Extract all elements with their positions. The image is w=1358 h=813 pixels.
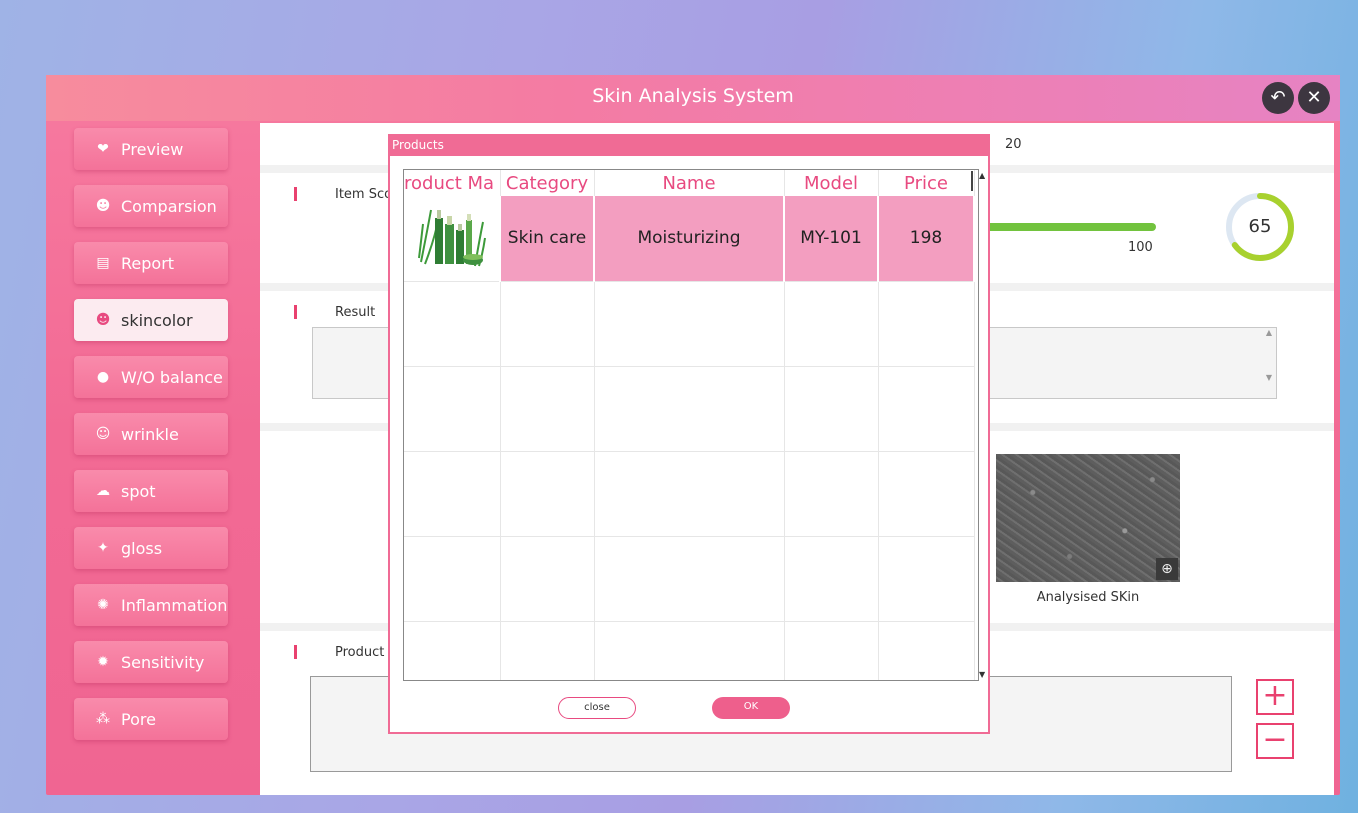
dialog-title: Products <box>388 134 990 156</box>
sidebar-item-label: wrinkle <box>121 424 179 444</box>
model-cell: MY-101 <box>784 196 879 282</box>
column-header-category[interactable]: Category <box>500 170 595 196</box>
inflammation-icon: ✺ <box>97 597 109 613</box>
sparkle-icon: ✦ <box>97 540 109 556</box>
section-marker <box>294 187 297 201</box>
column-header-model[interactable]: Model <box>784 170 879 196</box>
scroll-down-icon[interactable]: ▼ <box>979 670 985 679</box>
pore-icon: ⁂ <box>96 711 110 727</box>
item-score-label: Item Sco <box>335 187 393 202</box>
table-row[interactable]: Skin care Moisturizing MY-101 198 <box>404 196 975 282</box>
table-row[interactable] <box>404 621 975 680</box>
report-icon: ▤ <box>96 255 110 271</box>
face-icon: ❤ <box>97 141 109 157</box>
products-grid: roduct Ma Category Name Model Price Skin… <box>403 169 979 681</box>
sidebar-item-report[interactable]: ▤ Report <box>74 242 228 284</box>
result-label: Result <box>335 305 376 320</box>
products-table: roduct Ma Category Name Model Price Skin… <box>404 170 975 680</box>
grid-scrollbar[interactable]: ▲ ▼ <box>971 169 989 681</box>
sidebar-item-wo-balance[interactable]: ● W/O balance <box>74 356 228 398</box>
product-image-cell[interactable] <box>404 196 501 282</box>
section-marker <box>294 645 297 659</box>
sidebar-item-label: W/O balance <box>121 367 223 387</box>
score-bar <box>982 223 1156 231</box>
scrollbar-thumb[interactable] <box>971 171 973 191</box>
remove-product-button[interactable]: − <box>1256 723 1294 759</box>
close-button[interactable]: close <box>558 697 636 719</box>
category-cell: Skin care <box>500 196 595 282</box>
price-cell: 198 <box>878 196 975 282</box>
product-image <box>417 209 486 267</box>
sidebar-item-inflammation[interactable]: ✺ Inflammation <box>74 584 228 626</box>
products-dialog: Products roduct Ma Category Name Model P… <box>388 134 990 734</box>
sidebar-item-sensitivity[interactable]: ✹ Sensitivity <box>74 641 228 683</box>
analysed-skin-caption: Analysised SKin <box>1036 590 1140 605</box>
sidebar-item-label: Pore <box>121 709 156 729</box>
sidebar-item-skincolor[interactable]: ☻ skincolor <box>74 299 228 341</box>
sidebar-item-label: spot <box>121 481 156 501</box>
column-header-name[interactable]: Name <box>594 170 785 196</box>
top-value: 20 <box>1005 137 1022 152</box>
wrinkle-icon: ☺ <box>95 426 111 442</box>
close-button[interactable]: ✕ <box>1298 82 1330 114</box>
score-value: 65 <box>1248 216 1272 237</box>
face-icon: ☻ <box>95 312 111 328</box>
drop-icon: ● <box>96 369 110 385</box>
score-max-label: 100 <box>1128 240 1153 255</box>
back-arrow-icon: ↶ <box>1270 87 1286 108</box>
table-row[interactable] <box>404 281 975 367</box>
ok-button[interactable]: OK <box>712 697 790 719</box>
sidebar-item-label: Report <box>121 253 175 273</box>
sidebar-item-label: Preview <box>121 139 184 159</box>
title-bar: Skin Analysis System ↶ ✕ <box>46 75 1340 121</box>
section-marker <box>294 305 297 319</box>
table-row[interactable] <box>404 366 975 452</box>
sidebar-item-preview[interactable]: ❤ Preview <box>74 128 228 170</box>
spot-icon: ☁ <box>96 483 110 499</box>
sidebar-item-gloss[interactable]: ✦ gloss <box>74 527 228 569</box>
back-button[interactable]: ↶ <box>1262 82 1294 114</box>
sidebar-item-label: Comparsion <box>121 196 217 216</box>
analysed-skin-image[interactable]: ⊕ <box>996 454 1180 582</box>
column-header-price[interactable]: Price <box>878 170 975 196</box>
sidebar-item-label: Sensitivity <box>121 652 205 672</box>
scroll-up-icon[interactable]: ▲ <box>979 171 985 180</box>
sensitivity-icon: ✹ <box>97 654 109 670</box>
sidebar-item-label: gloss <box>121 538 163 558</box>
sidebar-item-spot[interactable]: ☁ spot <box>74 470 228 512</box>
sidebar-item-label: Inflammation <box>121 595 228 615</box>
zoom-icon[interactable]: ⊕ <box>1156 558 1178 580</box>
table-row[interactable] <box>404 451 975 537</box>
result-scrollbar[interactable]: ▲ ▼ <box>1262 328 1276 398</box>
face-icon: ☻ <box>95 198 111 214</box>
sidebar-item-wrinkle[interactable]: ☺ wrinkle <box>74 413 228 455</box>
app-title: Skin Analysis System <box>592 85 794 107</box>
column-header-product-image[interactable]: roduct Ma <box>404 170 501 196</box>
products-label: Product <box>335 645 385 660</box>
table-header-row: roduct Ma Category Name Model Price <box>404 170 975 196</box>
add-product-button[interactable]: + <box>1256 679 1294 715</box>
sidebar-item-label: skincolor <box>121 310 193 330</box>
close-icon: ✕ <box>1306 87 1322 108</box>
sidebar-item-comparsion[interactable]: ☻ Comparsion <box>74 185 228 227</box>
name-cell: Moisturizing <box>594 196 785 282</box>
sidebar-item-pore[interactable]: ⁂ Pore <box>74 698 228 740</box>
table-row[interactable] <box>404 536 975 622</box>
